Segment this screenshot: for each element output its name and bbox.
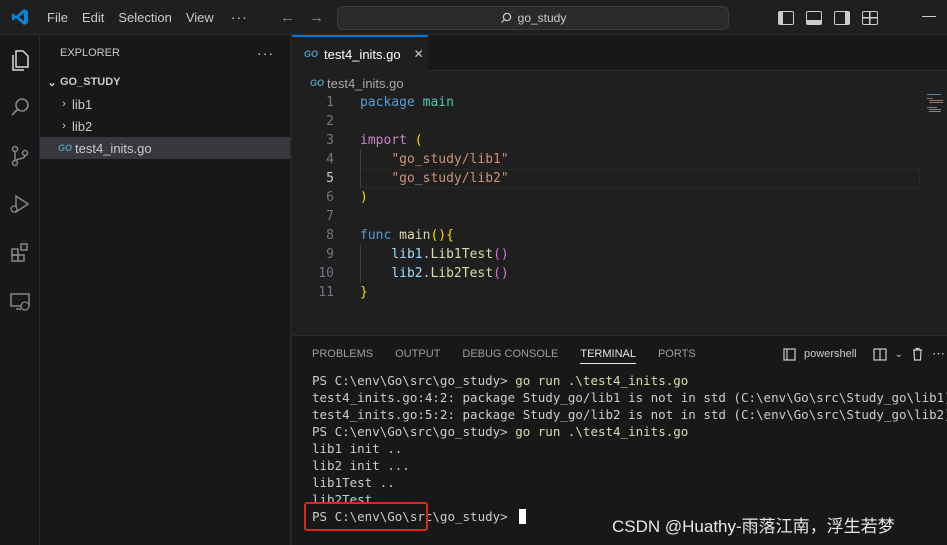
chevron-right-icon: › — [62, 120, 66, 132]
close-icon[interactable]: ✕ — [414, 47, 424, 61]
toggle-panel-icon[interactable] — [806, 10, 822, 25]
terminal-line: test4_inits.go:5:2: package Study_go/lib… — [312, 407, 947, 422]
tab-debug-console[interactable]: DEBUG CONSOLE — [462, 348, 558, 360]
split-terminal-icon[interactable] — [873, 347, 887, 361]
extensions-icon[interactable] — [0, 232, 40, 272]
line-number: 7 — [326, 209, 334, 224]
highlight-annotation-box — [304, 502, 428, 531]
tab-problems[interactable]: PROBLEMS — [312, 348, 373, 360]
terminal-line: PS C:\env\Go\src\go_study> go run .\test… — [312, 424, 689, 439]
terminal-icon — [783, 347, 796, 361]
code-line: 6) — [292, 188, 922, 207]
line-number: 2 — [326, 114, 334, 129]
code-line: 2 — [292, 112, 922, 131]
folder-label: lib2 — [72, 118, 93, 134]
customize-layout-icon[interactable] — [862, 10, 878, 25]
tab-terminal[interactable]: TERMINAL — [580, 348, 636, 364]
go-file-icon: GO — [58, 143, 73, 153]
code-line: 7 — [292, 207, 922, 226]
source-control-icon[interactable] — [0, 136, 40, 176]
code-line: 9 lib1.Lib1Test() — [292, 245, 922, 264]
search-icon — [500, 12, 511, 23]
explorer-header: EXPLORER ··· — [40, 35, 290, 71]
forward-arrow-icon[interactable]: → — [309, 9, 324, 26]
code-line: 8 func main(){ — [292, 226, 922, 245]
search-view-icon[interactable] — [0, 87, 40, 127]
line-number: 4 — [326, 152, 334, 167]
toggle-secondary-sidebar-icon[interactable] — [834, 10, 850, 25]
breadcrumb[interactable]: GO test4_inits.go — [310, 72, 404, 94]
explorer-sidebar: EXPLORER ··· ⌄ GO_STUDY › lib1 › lib2 GO… — [40, 35, 291, 545]
chevron-right-icon: › — [62, 98, 66, 110]
terminal-line: lib1Test .. — [312, 475, 395, 490]
tab-label: test4_inits.go — [324, 46, 401, 62]
remote-explorer-icon[interactable] — [0, 281, 40, 321]
code-line: 4 "go_study/lib1" — [292, 150, 922, 169]
line-number: 10 — [318, 266, 334, 281]
file-test4-inits-go[interactable]: GO test4_inits.go — [40, 137, 290, 159]
code-line: 1 package main — [292, 93, 922, 112]
terminal-cursor — [519, 509, 527, 524]
terminal-shell-label[interactable]: powershell — [804, 348, 857, 360]
explorer-icon[interactable] — [0, 40, 40, 80]
explorer-more-button[interactable]: ··· — [257, 45, 274, 61]
menu-edit[interactable]: Edit — [75, 0, 111, 35]
code-line: 10 lib2.Lib2Test() — [292, 264, 922, 283]
panel-tabs: PROBLEMS OUTPUT DEBUG CONSOLE TERMINAL P… — [312, 336, 696, 372]
folder-lib1[interactable]: › lib1 — [40, 93, 290, 115]
menu-bar: File Edit Selection View ··· — [40, 0, 258, 35]
run-and-debug-icon[interactable] — [0, 184, 40, 224]
folder-lib2[interactable]: › lib2 — [40, 115, 290, 137]
minimize-window-icon[interactable] — [922, 16, 936, 17]
menu-file[interactable]: File — [40, 0, 75, 35]
terminal-toolbar: powershell ⌄ ⋯ — [783, 336, 947, 372]
toggle-primary-sidebar-icon[interactable] — [778, 10, 794, 25]
explorer-title: EXPLORER — [60, 47, 120, 59]
file-label: test4_inits.go — [75, 140, 152, 156]
terminal-line: test4_inits.go:4:2: package Study_go/lib… — [312, 390, 947, 405]
tab-output[interactable]: OUTPUT — [395, 348, 440, 360]
menu-view[interactable]: View — [179, 0, 221, 35]
breadcrumb-file: test4_inits.go — [327, 75, 404, 91]
workspace-root-folder[interactable]: ⌄ GO_STUDY — [40, 71, 290, 93]
go-file-icon: GO — [310, 78, 325, 88]
command-center-label: go_study — [517, 11, 567, 25]
menu-selection[interactable]: Selection — [111, 0, 178, 35]
tab-ports[interactable]: PORTS — [658, 348, 696, 360]
chevron-down-icon: ⌄ — [47, 76, 57, 89]
line-number: 5 — [326, 171, 334, 186]
workspace-root-label: GO_STUDY — [60, 76, 121, 88]
go-file-icon: GO — [304, 49, 319, 59]
line-number: 8 — [326, 228, 334, 243]
line-number: 1 — [326, 95, 334, 110]
terminal-line: PS C:\env\Go\src\go_study> go run .\test… — [312, 373, 689, 388]
code-editor[interactable]: 1 package main 2 3 import ( 4 "go_study/li… — [292, 93, 947, 333]
line-number: 11 — [318, 285, 334, 300]
more-actions-icon[interactable]: ⋯ — [932, 346, 945, 362]
code-line: 11} — [292, 283, 922, 302]
code-line: 5 "go_study/lib2" — [292, 169, 922, 188]
terminal-line: lib2 init ... — [312, 458, 410, 473]
folder-label: lib1 — [72, 96, 93, 112]
command-center-search[interactable]: go_study — [337, 6, 729, 30]
line-number: 6 — [326, 190, 334, 205]
activity-bar — [0, 35, 40, 545]
menu-more-button[interactable]: ··· — [221, 9, 258, 25]
line-number: 3 — [326, 133, 334, 148]
watermark: CSDN @Huathy-雨落江南，浮生若梦 — [612, 517, 895, 536]
back-arrow-icon[interactable]: ← — [280, 9, 295, 26]
tab-test4-inits-go[interactable]: GO test4_inits.go ✕ — [292, 35, 428, 71]
vscode-logo-icon — [0, 0, 40, 35]
chevron-down-icon[interactable]: ⌄ — [895, 349, 903, 360]
code-line: 3 import ( — [292, 131, 922, 150]
line-number: 9 — [326, 247, 334, 262]
editor-tab-bar: GO test4_inits.go ✕ — [292, 35, 947, 71]
trash-icon[interactable] — [911, 347, 924, 361]
minimap[interactable] — [927, 92, 947, 122]
title-bar: File Edit Selection View ··· ← → go_stud… — [0, 0, 947, 35]
terminal-line: lib1 init .. — [312, 441, 403, 456]
